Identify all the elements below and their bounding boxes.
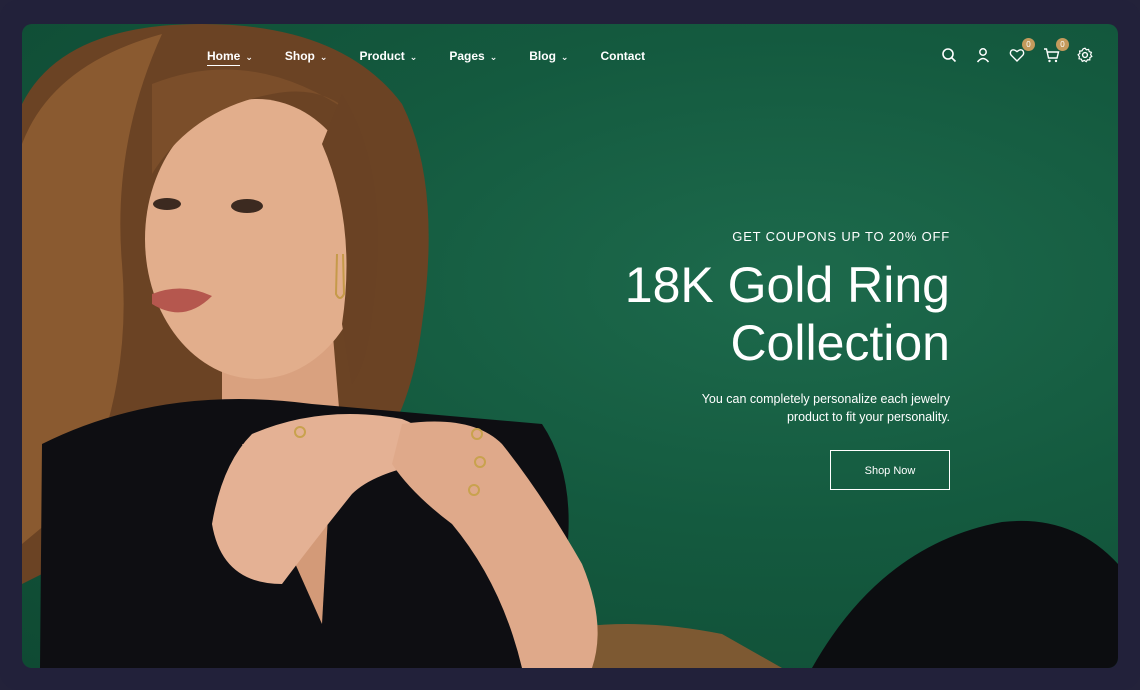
- chevron-down-icon: ⌄: [489, 51, 498, 62]
- cart-button[interactable]: 0: [1040, 38, 1069, 66]
- wishlist-button[interactable]: 0: [1006, 38, 1035, 66]
- search-icon: [942, 48, 957, 63]
- nav-home-label: Home: [207, 49, 241, 66]
- gear-icon: [1077, 47, 1093, 63]
- user-icon: [976, 48, 990, 63]
- hero-description: You can completely personalize each jewe…: [701, 392, 950, 424]
- hero-section: Home ⌄ Shop ⌄ Product ⌄ Pages ⌄ Blog ⌄ C…: [22, 24, 1118, 668]
- cart-count-badge: 0: [1056, 38, 1069, 51]
- hero-title-line-1: 18K Gold Ring: [624, 257, 950, 313]
- device-frame: Home ⌄ Shop ⌄ Product ⌄ Pages ⌄ Blog ⌄ C…: [0, 0, 1140, 690]
- cart-icon: [1043, 48, 1059, 63]
- nav-blog[interactable]: Blog ⌄: [529, 46, 568, 66]
- nav-contact-label: Contact: [600, 49, 646, 63]
- shop-now-button[interactable]: Shop Now: [830, 450, 950, 490]
- heart-icon: [1009, 49, 1025, 62]
- hero-content: GET COUPONS UP TO 20% OFF 18K Gold Ring …: [530, 229, 950, 490]
- chevron-down-icon: ⌄: [245, 51, 253, 62]
- wishlist-count-badge: 0: [1022, 38, 1035, 51]
- nav-shop-label: Shop: [284, 49, 315, 63]
- chevron-down-icon: ⌄: [409, 51, 418, 62]
- promo-eyebrow: GET COUPONS UP TO 20% OFF: [732, 229, 950, 244]
- nav-blog-label: Blog: [529, 49, 556, 63]
- nav-product-label: Product: [359, 49, 405, 63]
- chevron-down-icon: ⌄: [319, 51, 328, 62]
- settings-button[interactable]: [1074, 44, 1096, 66]
- nav-pages-label: Pages: [449, 49, 485, 63]
- account-button[interactable]: [972, 44, 994, 66]
- nav-pages[interactable]: Pages ⌄: [449, 46, 497, 66]
- main-nav: Home ⌄ Shop ⌄ Product ⌄ Pages ⌄ Blog ⌄ C…: [207, 46, 677, 66]
- nav-product[interactable]: Product ⌄: [359, 46, 417, 66]
- search-button[interactable]: [938, 44, 960, 66]
- nav-contact[interactable]: Contact: [600, 46, 645, 66]
- hero-title: 18K Gold Ring Collection: [530, 256, 950, 372]
- hero-title-line-2: Collection: [730, 315, 950, 371]
- nav-shop[interactable]: Shop ⌄: [285, 46, 328, 66]
- header-actions: 0 0: [926, 38, 1096, 66]
- nav-home[interactable]: Home ⌄: [207, 46, 253, 66]
- chevron-down-icon: ⌄: [560, 51, 569, 62]
